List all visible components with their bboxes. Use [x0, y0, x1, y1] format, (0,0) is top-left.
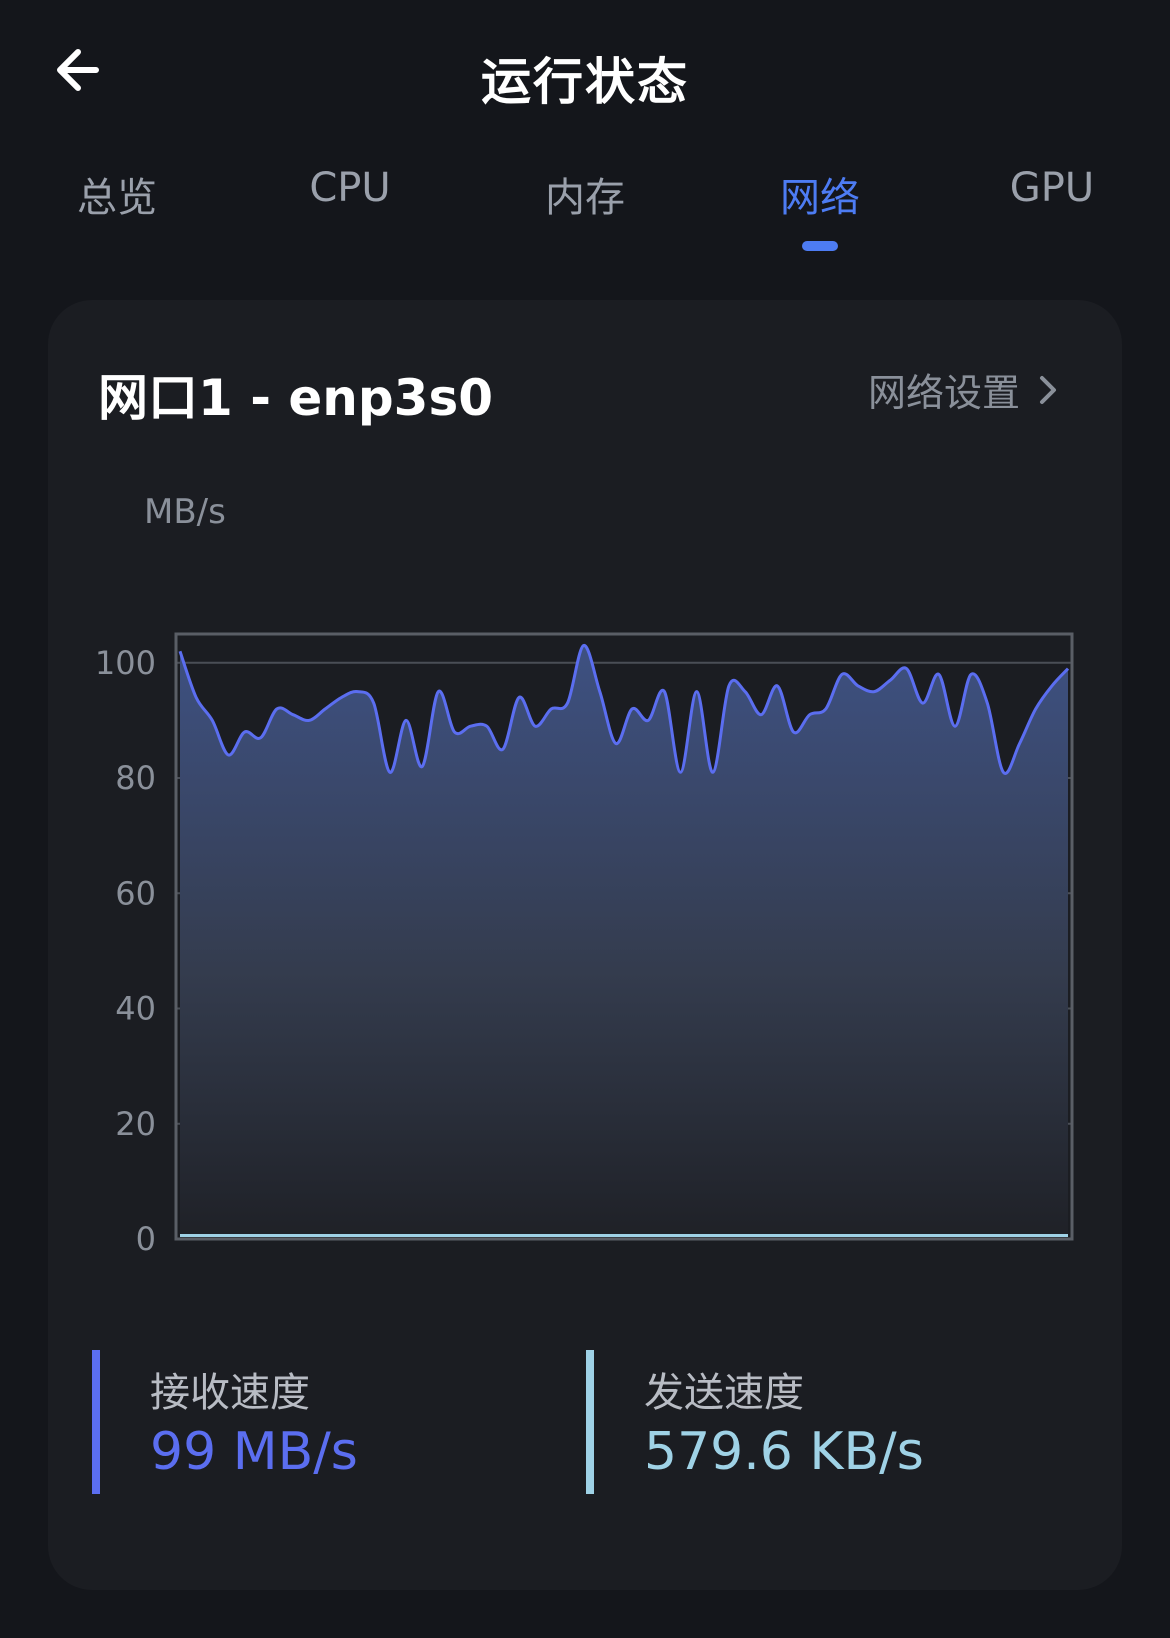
tab-gpu[interactable]: GPU: [962, 165, 1142, 255]
y-tick-label: 0: [136, 1220, 156, 1258]
y-tick-label: 60: [115, 874, 156, 912]
tab-overview[interactable]: 总览: [27, 165, 207, 255]
tab-label: 总览: [77, 175, 157, 221]
network-speed-chart: 0 20 40 60 80 100: [95, 632, 1074, 1258]
send-indicator-bar: [586, 1350, 594, 1494]
receive-speed-stat: 接收速度 99 MB/s: [92, 1350, 562, 1494]
send-speed-value: 579.6 KB/s: [644, 1422, 924, 1482]
send-speed-label: 发送速度: [644, 1370, 804, 1416]
tab-label: GPU: [1009, 165, 1095, 211]
y-tick-label: 40: [115, 990, 156, 1028]
y-tick-label: 80: [115, 759, 156, 797]
tab-label: 内存: [545, 175, 625, 221]
tab-network[interactable]: 网络: [730, 165, 910, 255]
tab-memory[interactable]: 内存: [495, 165, 675, 255]
y-tick-label: 20: [115, 1105, 156, 1143]
top-bar: 运行状态: [0, 0, 1170, 150]
active-tab-indicator: [802, 241, 838, 251]
page-title: 运行状态: [481, 53, 689, 111]
tab-bar: 总览 CPU 内存 网络 GPU: [0, 165, 1170, 255]
network-interface-card: 网口1 - enp3s0 网络设置 MB/s 0 20 40 60 80 100 接收速度…: [48, 300, 1122, 1590]
receive-indicator-bar: [92, 1350, 100, 1494]
tab-label: 网络: [780, 175, 860, 221]
tab-cpu[interactable]: CPU: [260, 165, 440, 255]
send-speed-stat: 发送速度 579.6 KB/s: [586, 1350, 1066, 1494]
y-tick-label: 100: [95, 644, 156, 682]
tab-label: CPU: [309, 165, 391, 211]
receive-speed-value: 99 MB/s: [150, 1422, 358, 1482]
receive-area: [180, 645, 1068, 1237]
receive-speed-label: 接收速度: [150, 1370, 310, 1416]
